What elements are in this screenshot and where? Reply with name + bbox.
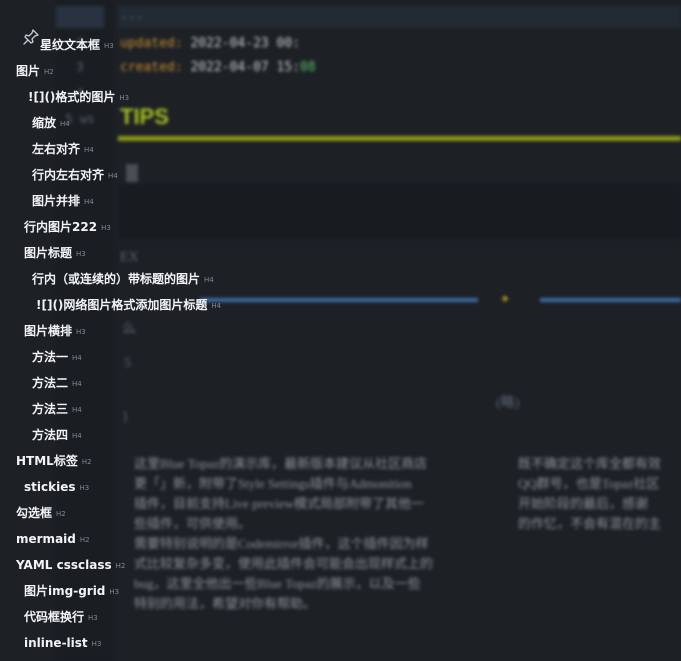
outline-item[interactable]: 图片标题 H3 [24, 245, 86, 262]
outline-item[interactable]: 代码框换行 H3 [24, 609, 98, 626]
app-window: 1 2 3 4 5 ws --- updated: 2022-04-23 00:… [0, 0, 681, 661]
faint-mark: (略) [496, 396, 520, 411]
outline-item[interactable]: ![]()格式的图片 H3 [28, 89, 129, 106]
paragraph-right: 既不确定这个库全都有效 QQ群号，也是Topaz社区 开始阶段的最后，感谢 的作… [518, 456, 662, 531]
outline-item[interactable]: 图片并排 H4 [32, 193, 94, 210]
outline-item[interactable]: 行内左右对齐 H4 [32, 167, 118, 184]
outline-item[interactable]: 图片 H2 [16, 63, 54, 80]
outline-item[interactable]: 行内图片222 H3 [24, 219, 111, 236]
outline-item[interactable]: stickies H3 [24, 479, 89, 496]
outline-item[interactable]: 图片横排 H3 [24, 323, 86, 340]
outline-item[interactable]: 左右对齐 H4 [32, 141, 94, 158]
outline-item[interactable]: inline-list H3 [24, 635, 101, 652]
pin-icon[interactable] [22, 28, 40, 46]
outline-item[interactable]: 图片img-grid H3 [24, 583, 119, 600]
outline-item[interactable]: 星纹文本框 H3 [40, 37, 114, 54]
outline-item[interactable]: 行内（或连续的）带标题的图片 H4 [32, 271, 214, 288]
outline-item[interactable]: 方法四 H4 [32, 427, 82, 444]
outline-panel: 星纹文本框 H3 图片 H2 ![]()格式的图片 H3 缩放 H4 左右对齐 H4 行内… [0, 0, 250, 661]
yaml-value-tail: 08 [300, 60, 316, 75]
outline-item[interactable]: HTML标签 H2 [16, 453, 92, 470]
outline-item[interactable]: ![]()网络图片格式添加图片标题 H4 [36, 297, 221, 314]
horizontal-rule-right [540, 298, 681, 302]
sparkle-icon: ✦ [500, 292, 511, 306]
outline-item[interactable]: YAML cssclass H2 [16, 557, 125, 574]
outline-item[interactable]: 方法三 H4 [32, 401, 82, 418]
outline-item[interactable]: 缩放 H4 [32, 115, 70, 132]
outline-item[interactable]: 勾选框 H2 [16, 505, 66, 522]
outline-item[interactable]: 方法一 H4 [32, 349, 82, 366]
outline-item[interactable]: mermaid H2 [16, 531, 90, 548]
outline-item[interactable]: 方法二 H4 [32, 375, 82, 392]
